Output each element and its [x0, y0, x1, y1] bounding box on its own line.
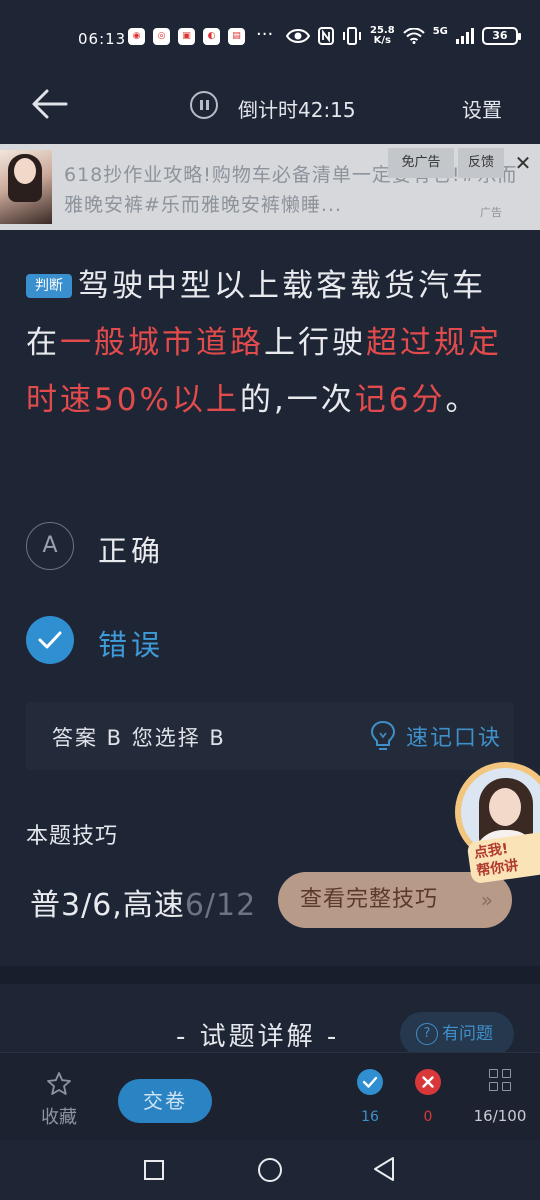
question-highlight: 一般城市道路 [60, 325, 264, 361]
app-notification-icon: ◎ [153, 28, 170, 45]
status-time: 06:13 [78, 30, 127, 48]
question-text: 判断 驾驶中型以上载客载货汽车在一般城市道路上行驶超过规定时速50%以上的,一次记… [26, 258, 516, 429]
ask-question-label: 有问题 [442, 1024, 493, 1044]
lightbulb-icon[interactable] [370, 720, 396, 752]
battery-icon: 36 [481, 27, 521, 45]
wrong-x-icon [415, 1069, 441, 1095]
ad-banner[interactable]: 618抄作业攻略!购物车必备清单一定要有它!#乐而雅晚安裤#乐而雅晚安裤懒睡..… [0, 144, 540, 230]
progress-label: 16/100 [473, 1107, 527, 1125]
section-divider [0, 966, 540, 984]
favorite-label: 收藏 [41, 1107, 77, 1128]
more-notifications-icon: ··· [256, 24, 274, 45]
memo-tips-link[interactable]: 速记口诀 [406, 720, 502, 752]
app-notification-icon: ▤ [228, 28, 245, 45]
ai-helper-avatar[interactable]: 点我! 帮你讲 [455, 762, 540, 886]
answer-box: 答案 B 您选择 B 速记口诀 [26, 702, 514, 770]
app-notification-icon: ◉ [128, 28, 145, 45]
tip-content-faded: 6/12 [184, 888, 257, 923]
back-arrow-icon [32, 89, 68, 119]
option-b-text: 错误 [98, 628, 165, 662]
view-full-tip-label: 查看完整技巧 [300, 887, 439, 912]
remove-ads-button[interactable]: 免广告 [388, 148, 454, 178]
helper-label-line2: 帮你讲 [475, 857, 520, 880]
question-part: 的,一次 [239, 382, 355, 418]
question-part: 上行驶 [264, 325, 366, 361]
network-speed-unit: K/s [373, 35, 392, 46]
recent-apps-icon[interactable] [144, 1160, 164, 1180]
question-progress[interactable]: 16/100 [470, 1069, 530, 1125]
home-icon[interactable] [258, 1158, 282, 1182]
wrong-count-value: 0 [423, 1109, 433, 1125]
signal-icon [455, 28, 474, 44]
correct-check-icon [357, 1069, 383, 1095]
ad-label: 广告 [480, 206, 502, 219]
vibrate-icon [343, 27, 361, 45]
question-part: 。 [445, 382, 480, 418]
settings-button[interactable]: 设置 [462, 94, 502, 123]
eye-icon [286, 29, 310, 43]
tip-title: 本题技巧 [26, 824, 119, 849]
ad-close-icon[interactable]: ✕ [508, 148, 538, 178]
countdown-timer: 倒计时42:15 [238, 98, 356, 122]
tip-content-visible: 普3/6,高速 [30, 888, 185, 923]
ad-thumbnail-image [0, 150, 52, 224]
tip-content: 普3/6,高速6/12 [30, 880, 256, 924]
check-icon [26, 616, 74, 664]
question-type-badge: 判断 [26, 274, 72, 298]
notification-icons: ◉ ◎ ▣ ◐ ▤ [128, 28, 245, 45]
question-highlight: 记6分 [354, 382, 446, 418]
network-type: 5G [432, 25, 448, 37]
option-a-text: 正确 [98, 534, 165, 568]
option-a[interactable]: A 正确 [26, 522, 506, 572]
question-mark-icon: ? [416, 1023, 438, 1045]
status-indicators: 25.8 K/s 5G 36 [286, 25, 521, 46]
submit-exam-button[interactable]: 交卷 [118, 1079, 212, 1123]
nfc-icon [318, 27, 334, 45]
network-speed: 25.8 K/s [370, 26, 395, 46]
status-bar: 06:13 ◉ ◎ ▣ ◐ ▤ ··· 25.8 K/s 5G 36 [0, 0, 540, 74]
wrong-count[interactable]: 0 [408, 1069, 448, 1125]
star-icon [47, 1072, 71, 1095]
ask-question-button[interactable]: ? 有问题 [400, 1012, 514, 1056]
correct-count-value: 16 [361, 1109, 379, 1125]
option-b[interactable]: 错误 [26, 616, 506, 666]
bottom-toolbar: 收藏 交卷 16 0 16/100 [0, 1052, 540, 1140]
wifi-icon [402, 28, 425, 44]
system-nav-bar [0, 1140, 540, 1200]
answer-text: 答案 B 您选择 B [52, 726, 226, 750]
back-button[interactable] [30, 86, 74, 126]
app-notification-icon: ◐ [203, 28, 220, 45]
system-back-icon[interactable] [372, 1156, 396, 1182]
grid-icon [489, 1069, 511, 1091]
pause-icon[interactable] [190, 91, 218, 119]
correct-count[interactable]: 16 [350, 1069, 390, 1125]
app-notification-icon: ▣ [178, 28, 195, 45]
top-nav: 倒计时42:15 设置 [0, 74, 540, 144]
ad-feedback-button[interactable]: 反馈 [458, 148, 504, 178]
option-a-letter: A [26, 522, 74, 570]
favorite-button[interactable]: 收藏 [36, 1071, 82, 1129]
detail-title: - 试题详解 - [176, 1022, 340, 1052]
